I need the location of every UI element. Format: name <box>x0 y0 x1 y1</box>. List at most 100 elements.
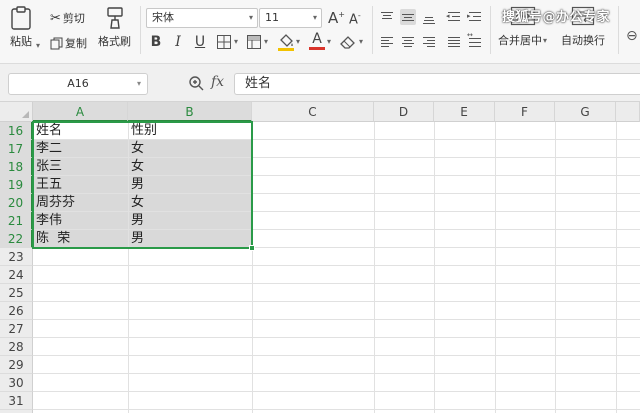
fill-handle[interactable] <box>249 245 255 251</box>
cell-a16[interactable]: 姓名 <box>33 122 128 140</box>
chevron-down-icon: ▾ <box>136 79 141 88</box>
grid-line <box>33 337 640 338</box>
cell-b22[interactable]: 男 <box>128 230 252 248</box>
cell-b21[interactable]: 男 <box>128 212 252 230</box>
cell-style-button[interactable] <box>246 34 262 54</box>
ribbon-separator <box>618 6 619 54</box>
cell-a20[interactable]: 周芬芬 <box>33 194 128 212</box>
row-header-16[interactable]: 16 <box>0 122 33 140</box>
row-header-22[interactable]: 22 <box>0 230 33 248</box>
cell-b17[interactable]: 女 <box>128 140 252 158</box>
row-header-31[interactable]: 31 <box>0 392 33 410</box>
cell-a19[interactable]: 王五 <box>33 176 128 194</box>
chevron-down-icon[interactable]: ▾ <box>327 37 331 46</box>
format-painter-button[interactable]: 格式刷 <box>98 6 131 49</box>
copy-icon <box>50 37 63 49</box>
shrink-font-button[interactable]: A- <box>349 11 361 27</box>
font-size-select[interactable]: 11 ▾ <box>259 8 322 28</box>
italic-button[interactable]: I <box>169 33 187 51</box>
chevron-down-icon: ▾ <box>248 13 253 22</box>
border-grid-icon <box>217 35 231 49</box>
font-name-select[interactable]: 宋体 ▾ <box>146 8 258 28</box>
format-painter-label: 格式刷 <box>98 35 131 48</box>
column-header-e[interactable]: E <box>434 102 495 122</box>
paste-dropdown-icon[interactable]: ▾ <box>36 41 40 50</box>
fill-color-button[interactable] <box>277 32 295 56</box>
column-header-a[interactable]: A <box>33 102 128 122</box>
clear-format-button[interactable] <box>339 34 357 54</box>
column-header-f[interactable]: F <box>495 102 555 122</box>
zoom-search-icon[interactable] <box>188 75 204 91</box>
grid-line <box>33 301 640 302</box>
align-center-button[interactable] <box>400 34 416 50</box>
paste-button[interactable]: 粘贴 <box>10 6 32 49</box>
font-color-button[interactable]: A <box>309 31 325 50</box>
cell-a21[interactable]: 李伟 <box>33 212 128 230</box>
column-header-b[interactable]: B <box>128 102 252 122</box>
grid-line <box>555 122 556 413</box>
align-bottom-button[interactable] <box>421 9 437 25</box>
name-box[interactable]: A16 ▾ <box>8 73 148 95</box>
align-left-button[interactable] <box>379 34 395 50</box>
column-header-g[interactable]: G <box>555 102 616 122</box>
cell-b16[interactable]: 性别 <box>128 122 252 140</box>
formula-bar: A16 ▾ fx 姓名 <box>0 64 640 102</box>
paintbrush-icon <box>106 7 123 29</box>
distributed-align-button[interactable]: ↔ <box>467 31 483 50</box>
row-header-24[interactable]: 24 <box>0 266 33 284</box>
insert-function-button[interactable]: fx <box>211 74 224 90</box>
eraser-icon <box>340 36 355 49</box>
grow-font-button[interactable]: A+ <box>328 9 345 27</box>
row-header-20[interactable]: 20 <box>0 194 33 212</box>
cell-a18[interactable]: 张三 <box>33 158 128 176</box>
chevron-down-icon[interactable]: ▾ <box>264 37 268 46</box>
chevron-down-icon[interactable]: ▾ <box>234 37 238 46</box>
column-header-blank[interactable] <box>616 102 640 122</box>
bold-button[interactable]: B <box>147 33 165 51</box>
row-header-17[interactable]: 17 <box>0 140 33 158</box>
cell-a22[interactable]: 陈 荣 <box>33 230 128 248</box>
chevron-down-icon: ▾ <box>312 13 317 22</box>
row-header-29[interactable]: 29 <box>0 356 33 374</box>
row-header-25[interactable]: 25 <box>0 284 33 302</box>
cell-b19[interactable]: 男 <box>128 176 252 194</box>
row-header-27[interactable]: 27 <box>0 320 33 338</box>
underline-button[interactable]: U <box>191 33 209 51</box>
cell-style-icon <box>247 35 261 49</box>
chevron-down-icon[interactable]: ▾ <box>359 37 363 46</box>
ribbon-separator <box>372 6 373 54</box>
paint-bucket-icon <box>278 34 294 51</box>
column-header-c[interactable]: C <box>252 102 374 122</box>
border-button[interactable] <box>216 34 232 54</box>
chevron-down-icon[interactable]: ▾ <box>296 37 300 46</box>
grid-line <box>434 122 435 413</box>
align-right-button[interactable] <box>421 34 437 50</box>
increase-indent-button[interactable]: ▸ <box>467 9 483 25</box>
wrap-text-label: 自动换行 <box>561 34 605 47</box>
grid-line <box>616 122 617 413</box>
cut-button[interactable]: ✂ 剪切 <box>50 10 85 26</box>
align-top-button[interactable] <box>379 9 395 25</box>
select-all-button[interactable] <box>0 102 33 122</box>
cell-a17[interactable]: 李二 <box>33 140 128 158</box>
row-header-18[interactable]: 18 <box>0 158 33 176</box>
row-header-21[interactable]: 21 <box>0 212 33 230</box>
more-options-icon[interactable]: ⊖ <box>626 28 638 44</box>
grid-line <box>33 409 640 410</box>
row-header-30[interactable]: 30 <box>0 374 33 392</box>
justify-button[interactable] <box>446 34 462 50</box>
row-header-28[interactable]: 28 <box>0 338 33 356</box>
grid-line <box>495 122 496 413</box>
row-header-19[interactable]: 19 <box>0 176 33 194</box>
font-color-icon: A <box>312 31 322 47</box>
cell-b18[interactable]: 女 <box>128 158 252 176</box>
formula-input[interactable]: 姓名 <box>234 73 640 95</box>
font-color-swatch <box>309 47 325 50</box>
row-header-26[interactable]: 26 <box>0 302 33 320</box>
cell-b20[interactable]: 女 <box>128 194 252 212</box>
column-header-d[interactable]: D <box>374 102 434 122</box>
decrease-indent-button[interactable]: ◂ <box>446 9 462 25</box>
align-middle-button[interactable] <box>400 9 416 25</box>
copy-button[interactable]: 复制 <box>50 35 87 51</box>
row-header-23[interactable]: 23 <box>0 248 33 266</box>
